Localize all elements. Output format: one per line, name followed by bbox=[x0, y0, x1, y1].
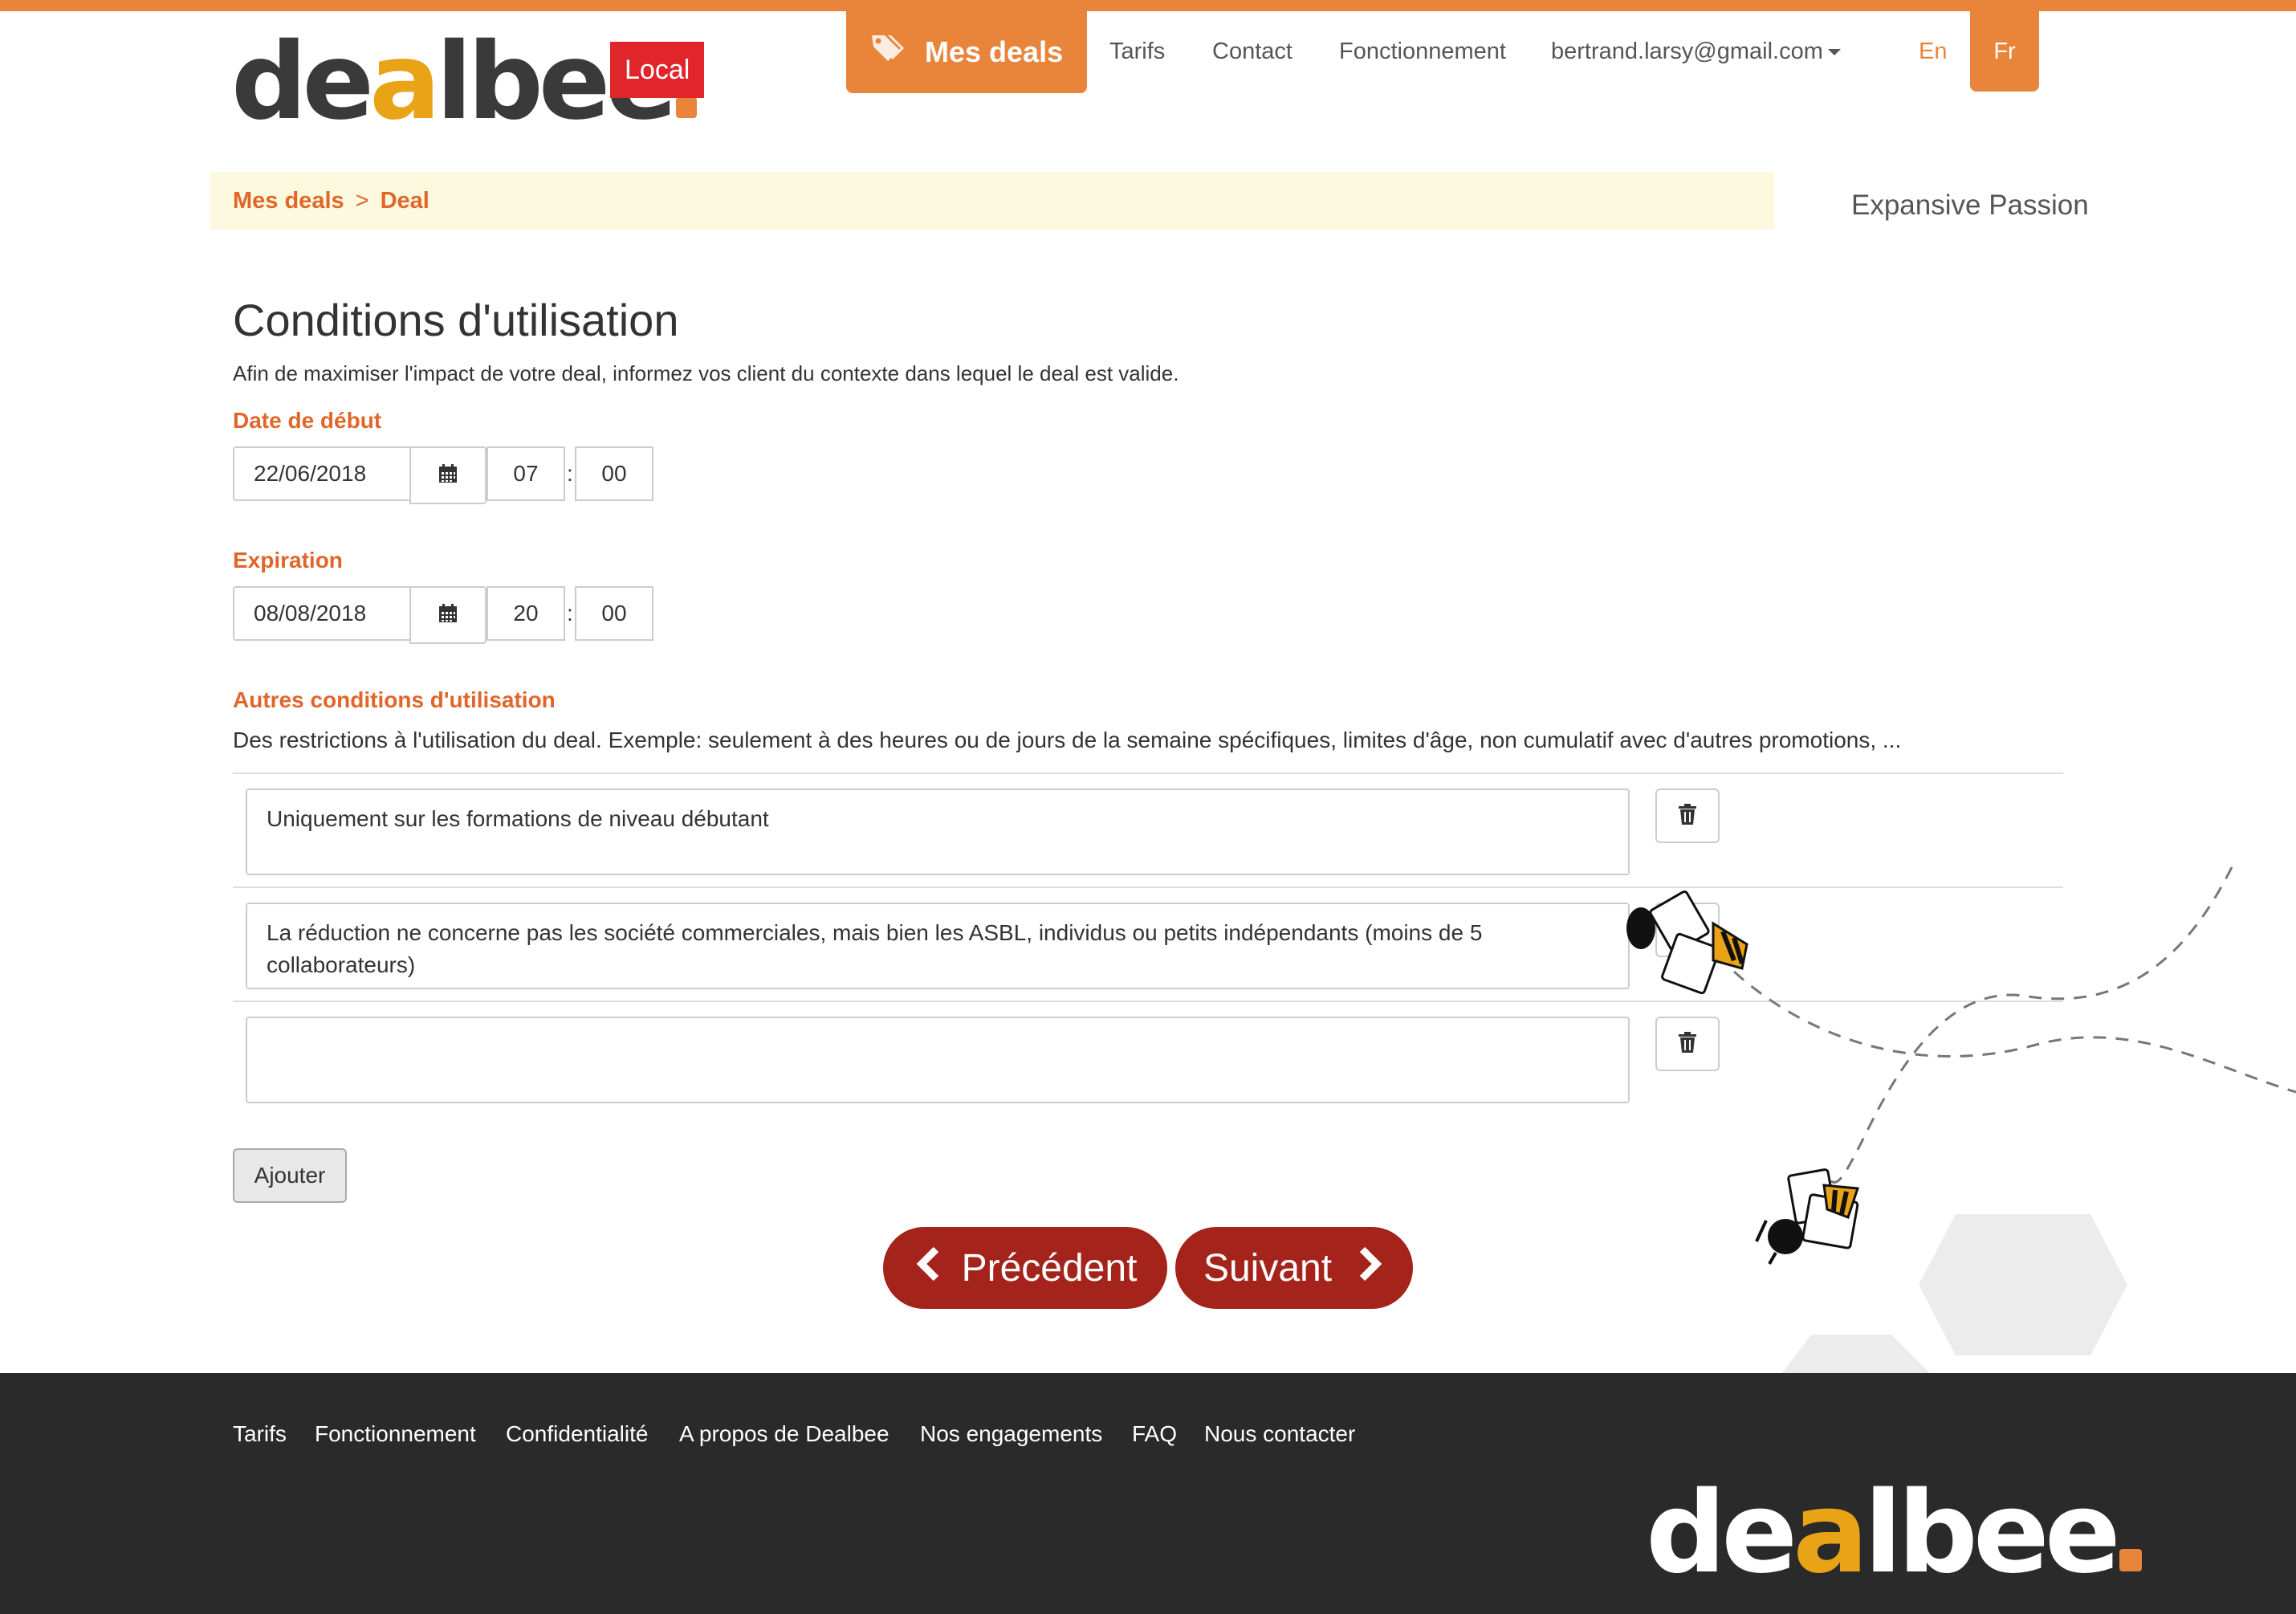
next-button[interactable]: Suivant bbox=[1175, 1227, 1413, 1309]
local-badge: Local bbox=[610, 42, 705, 98]
start-calendar-button[interactable] bbox=[409, 446, 486, 504]
footer-link-fonctionnement[interactable]: Fonctionnement bbox=[315, 1421, 476, 1447]
trash-icon bbox=[1678, 803, 1697, 829]
chevron-right-icon bbox=[1358, 1245, 1385, 1291]
calendar-icon bbox=[438, 603, 458, 628]
previous-button[interactable]: Précédent bbox=[883, 1227, 1167, 1309]
condition-row-divider bbox=[233, 1001, 2063, 1002]
user-menu[interactable]: bertrand.larsy@gmail.com bbox=[1551, 39, 1841, 65]
footer-link-contact[interactable]: Nous contacter bbox=[1204, 1421, 1355, 1447]
expiration-minute-input[interactable]: 00 bbox=[575, 586, 653, 641]
condition-row-divider bbox=[233, 772, 2063, 774]
trash-icon bbox=[1678, 1031, 1697, 1058]
start-date-input[interactable]: 22/06/2018 bbox=[233, 446, 411, 501]
add-condition-button[interactable]: Ajouter bbox=[233, 1148, 347, 1203]
expiration-calendar-button[interactable] bbox=[409, 586, 486, 644]
business-name: Expansive Passion bbox=[1851, 190, 2089, 221]
condition-row-divider bbox=[233, 886, 2063, 888]
nav-mes-deals-label: Mes deals bbox=[925, 35, 1064, 68]
next-label: Suivant bbox=[1203, 1246, 1333, 1290]
footer-link-confidentialite[interactable]: Confidentialité bbox=[506, 1421, 648, 1447]
delete-condition-button[interactable] bbox=[1655, 1017, 1720, 1071]
breadcrumb-deal[interactable]: Deal bbox=[381, 188, 429, 214]
start-date-label: Date de début bbox=[233, 408, 382, 433]
breadcrumb-separator: > bbox=[355, 187, 369, 214]
intro-text: Afin de maximiser l'impact de votre deal… bbox=[233, 361, 1179, 385]
other-conditions-description: Des restrictions à l'utilisation du deal… bbox=[233, 728, 1902, 752]
breadcrumb: Mes deals > Deal bbox=[210, 172, 1774, 230]
bee-icon bbox=[1755, 1168, 1860, 1265]
user-email: bertrand.larsy@gmail.com bbox=[1551, 39, 1823, 64]
nav-fonctionnement[interactable]: Fonctionnement bbox=[1339, 39, 1506, 65]
chevron-down-icon bbox=[1827, 49, 1841, 56]
delete-condition-button[interactable] bbox=[1655, 789, 1720, 843]
footer-link-engagements[interactable]: Nos engagements bbox=[920, 1421, 1102, 1447]
delete-condition-button[interactable] bbox=[1655, 903, 1720, 957]
time-separator: : bbox=[567, 601, 573, 626]
start-hour-input[interactable]: 07 bbox=[486, 446, 565, 501]
footer-link-tarifs[interactable]: Tarifs bbox=[233, 1421, 287, 1447]
dealbee-logo[interactable]: dealbee Local bbox=[231, 29, 705, 135]
condition-textarea[interactable]: La réduction ne concerne pas les société… bbox=[246, 903, 1630, 989]
expiration-hour-input[interactable]: 20 bbox=[486, 586, 565, 641]
calendar-icon bbox=[438, 463, 458, 488]
chevron-left-icon bbox=[914, 1245, 941, 1291]
trash-icon bbox=[1678, 917, 1697, 944]
breadcrumb-mes-deals[interactable]: Mes deals bbox=[233, 188, 344, 214]
expiration-label: Expiration bbox=[233, 548, 343, 573]
start-minute-input[interactable]: 00 bbox=[575, 446, 653, 501]
nav-tarifs[interactable]: Tarifs bbox=[1109, 39, 1165, 65]
footer-link-a-propos[interactable]: A propos de Dealbee bbox=[679, 1421, 889, 1447]
footer-dealbee-logo: dealbee bbox=[1646, 1477, 2142, 1590]
other-conditions-label: Autres conditions d'utilisation bbox=[233, 687, 556, 712]
nav-mes-deals[interactable]: Mes deals bbox=[846, 11, 1087, 93]
condition-textarea[interactable] bbox=[246, 1017, 1630, 1103]
top-accent-bar bbox=[0, 0, 2296, 11]
lang-en[interactable]: En bbox=[1919, 39, 1947, 65]
lang-fr[interactable]: Fr bbox=[1970, 11, 2039, 92]
tags-icon bbox=[870, 32, 906, 72]
previous-label: Précédent bbox=[961, 1246, 1138, 1290]
time-separator: : bbox=[567, 461, 573, 486]
condition-textarea[interactable]: Uniquement sur les formations de niveau … bbox=[246, 789, 1630, 875]
nav-contact[interactable]: Contact bbox=[1212, 39, 1293, 65]
footer-link-faq[interactable]: FAQ bbox=[1132, 1421, 1177, 1447]
expiration-date-input[interactable]: 08/08/2018 bbox=[233, 586, 411, 641]
page-title: Conditions d'utilisation bbox=[233, 295, 679, 345]
